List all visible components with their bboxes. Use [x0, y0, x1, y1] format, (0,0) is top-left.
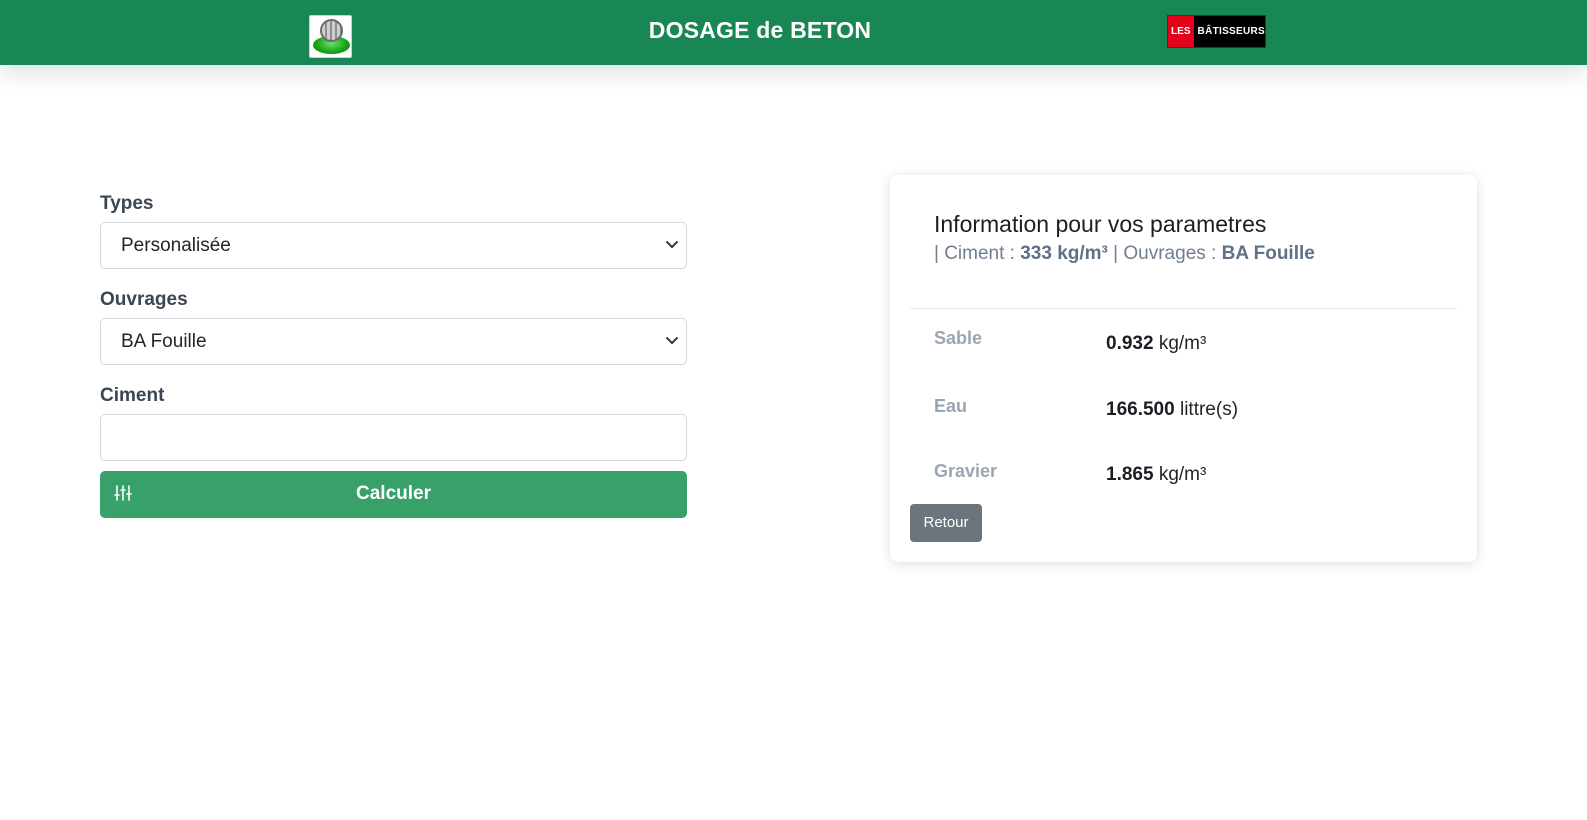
gravier-label: Gravier [934, 461, 998, 481]
gravier-value: 1.865 kg/m³ [1106, 464, 1206, 486]
partner-logo-batisseurs: BÂTISSEURS [1197, 26, 1265, 37]
partner-logo-les: LES [1168, 16, 1194, 47]
calculate-button[interactable]: Calculer [100, 471, 687, 518]
sable-value: 0.932 kg/m³ [1106, 333, 1206, 355]
gravier-amount: 1.865 [1106, 464, 1154, 485]
partner-logo[interactable]: LES BÂTISSEURS [1167, 15, 1266, 48]
sable-amount: 0.932 [1106, 333, 1154, 354]
ouvrages-label: Ouvrages [100, 289, 188, 310]
calculate-button-label: Calculer [356, 483, 431, 504]
result-title: Information pour vos parametres [934, 211, 1267, 237]
sable-unit: kg/m³ [1158, 333, 1207, 354]
ciment-label: Ciment [100, 385, 165, 406]
result-card: Information pour vos parametres | Ciment… [890, 175, 1477, 562]
ouvrages-selected-value: BA Fouille [121, 331, 207, 352]
sable-label: Sable [934, 328, 983, 348]
back-button-label: Retour [923, 514, 969, 531]
ciment-input[interactable] [100, 414, 687, 461]
header-bar: DOSAGE de BETON LES BÂTISSEURS [0, 0, 1587, 65]
types-selected-value: Personalisée [121, 235, 231, 256]
eau-unit: littre(s) [1179, 399, 1239, 420]
result-subtitle: | Ciment : 333 kg/m³ | Ouvrages : BA Fou… [934, 243, 1315, 265]
eau-amount: 166.500 [1106, 399, 1175, 420]
ouvrages-prefix: | Ouvrages : [1107, 243, 1222, 264]
ouvrages-select[interactable]: BA Fouille [100, 318, 687, 365]
ciment-summary-value: 333 kg/m³ [1020, 243, 1108, 264]
types-label: Types [100, 193, 154, 214]
types-select[interactable]: Personalisée [100, 222, 687, 269]
chevron-down-icon [666, 337, 678, 344]
app-logo[interactable] [309, 15, 352, 58]
eau-label: Eau [934, 396, 968, 416]
ciment-prefix: | Ciment : [934, 243, 1021, 264]
logo-globe-shape [320, 19, 343, 42]
divider [910, 308, 1457, 309]
ouvrages-summary-value: BA Fouille [1221, 243, 1315, 264]
back-button[interactable]: Retour [910, 504, 982, 542]
chevron-down-icon [666, 241, 678, 248]
page-title: DOSAGE de BETON [648, 17, 872, 43]
eau-value: 166.500 littre(s) [1106, 399, 1238, 421]
gravier-unit: kg/m³ [1158, 464, 1207, 485]
dosage-form: Types Personalisée Ouvrages BA Fouille C… [100, 190, 687, 518]
